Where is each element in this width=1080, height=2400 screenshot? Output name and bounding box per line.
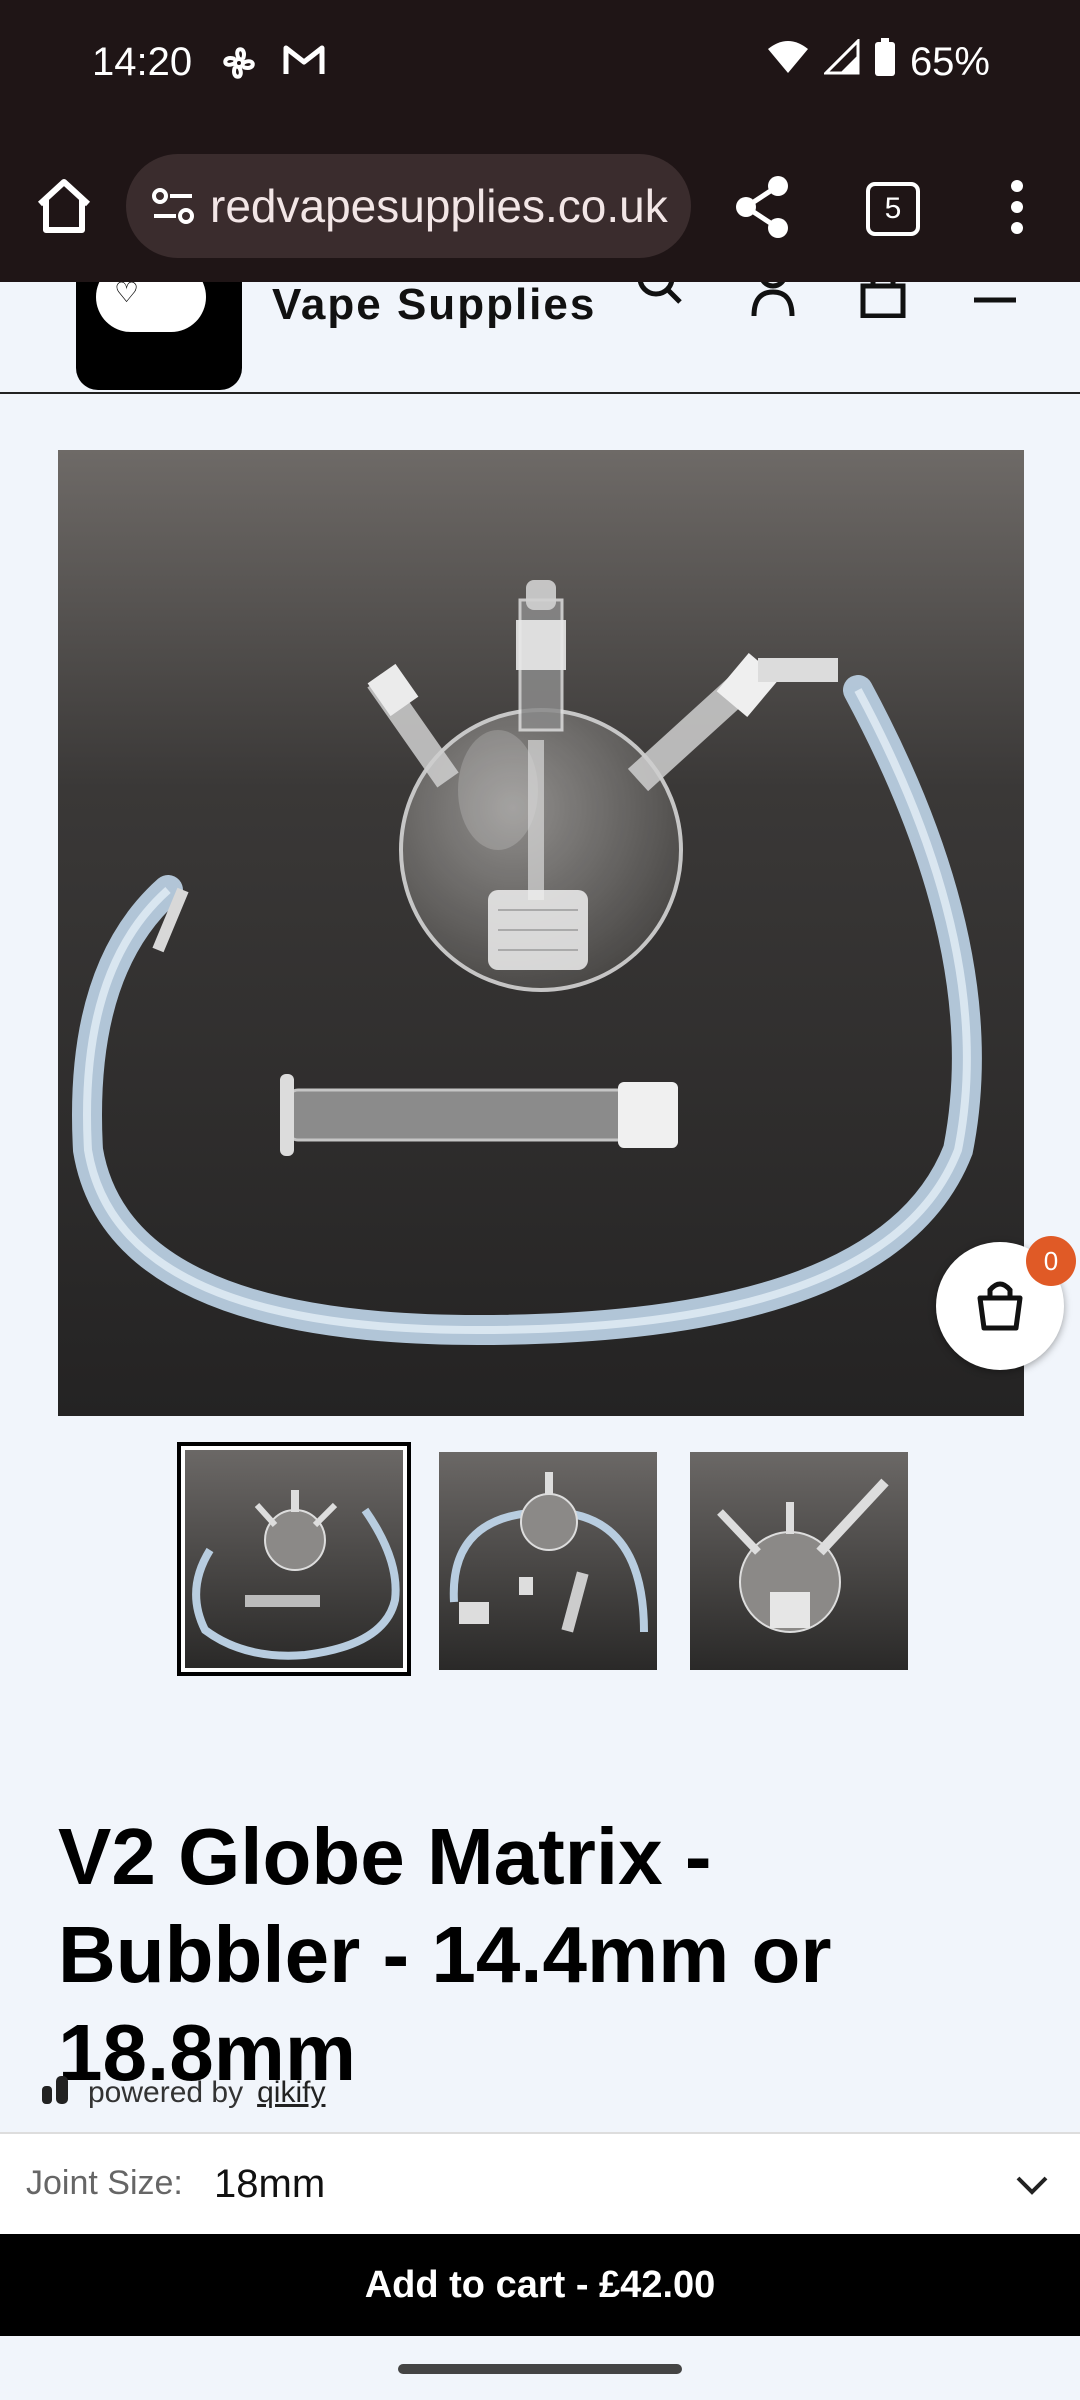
product-thumbnail-2[interactable]	[439, 1452, 657, 1670]
more-menu-icon[interactable]	[1000, 174, 1034, 244]
shopping-bag-icon	[977, 1281, 1023, 1331]
hamburger-menu-icon[interactable]	[970, 282, 1020, 318]
product-main-image[interactable]	[58, 450, 1024, 1416]
chevron-down-icon[interactable]	[1014, 2170, 1050, 2205]
search-icon[interactable]	[634, 282, 684, 318]
gmail-icon	[282, 42, 326, 87]
account-icon[interactable]	[748, 282, 798, 318]
browser-toolbar: redvapesupplies.co.uk 5	[0, 136, 1080, 282]
product-title: V2 Globe Matrix - Bubbler - 14.4mm or 18…	[58, 1812, 832, 2097]
site-settings-icon[interactable]	[144, 176, 204, 236]
qikify-logo-icon	[40, 2072, 74, 2114]
product-thumbnail-1[interactable]	[185, 1450, 403, 1668]
address-bar[interactable]: redvapesupplies.co.uk	[126, 154, 691, 258]
powered-by-badge[interactable]: powered by qikify	[40, 2072, 325, 2114]
home-icon[interactable]	[30, 172, 98, 240]
brand-name[interactable]: Vape Supplies	[272, 282, 596, 330]
bag-icon[interactable]	[858, 282, 908, 319]
cart-count-badge: 0	[1026, 1236, 1076, 1286]
status-bar: 14:20 65%	[0, 0, 1080, 136]
battery-icon	[874, 38, 896, 86]
tab-switcher-button[interactable]: 5	[866, 182, 920, 236]
signal-icon	[822, 37, 860, 85]
powered-by-prefix: powered by	[88, 2076, 244, 2109]
product-thumbnail-3[interactable]	[690, 1452, 908, 1670]
site-logo[interactable]: ♡	[76, 282, 242, 390]
fan-icon	[218, 42, 260, 93]
powered-by-brand[interactable]: qikify	[257, 2076, 325, 2110]
site-header: ♡ Vape Supplies	[0, 282, 1080, 394]
status-time: 14:20	[92, 40, 193, 84]
share-icon[interactable]	[728, 172, 798, 242]
battery-percent: 65%	[909, 39, 990, 84]
url-text[interactable]: redvapesupplies.co.uk	[210, 176, 680, 236]
wifi-icon	[766, 39, 810, 85]
variant-value[interactable]: 18mm	[214, 2162, 325, 2207]
variant-selector[interactable]: Joint Size: 18mm	[0, 2132, 1080, 2236]
add-to-cart-button[interactable]: Add to cart - £42.00	[0, 2234, 1080, 2336]
variant-label: Joint Size:	[26, 2164, 183, 2202]
gesture-nav-handle[interactable]	[398, 2364, 682, 2374]
